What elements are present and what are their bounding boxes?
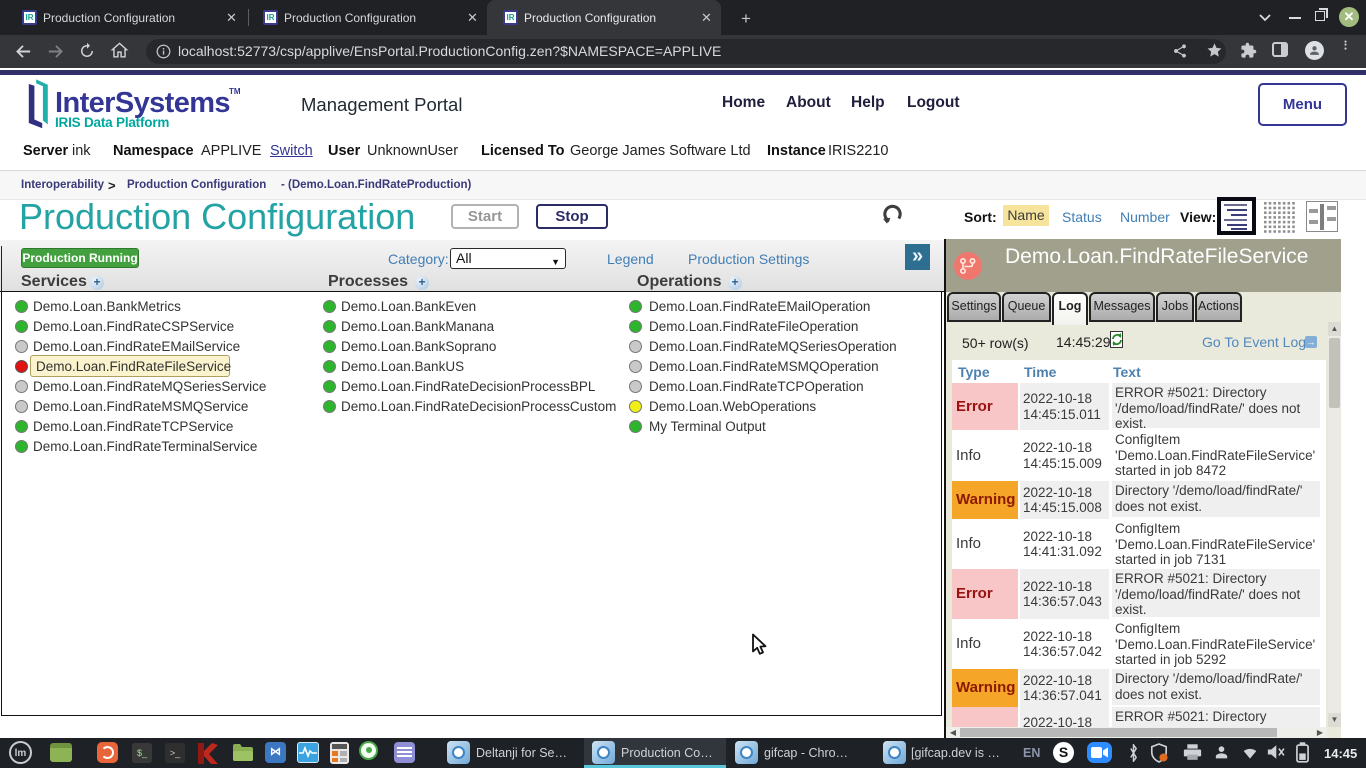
svg-text:IRIS Data Platform: IRIS Data Platform xyxy=(55,115,169,130)
svg-text:TM: TM xyxy=(229,87,241,96)
